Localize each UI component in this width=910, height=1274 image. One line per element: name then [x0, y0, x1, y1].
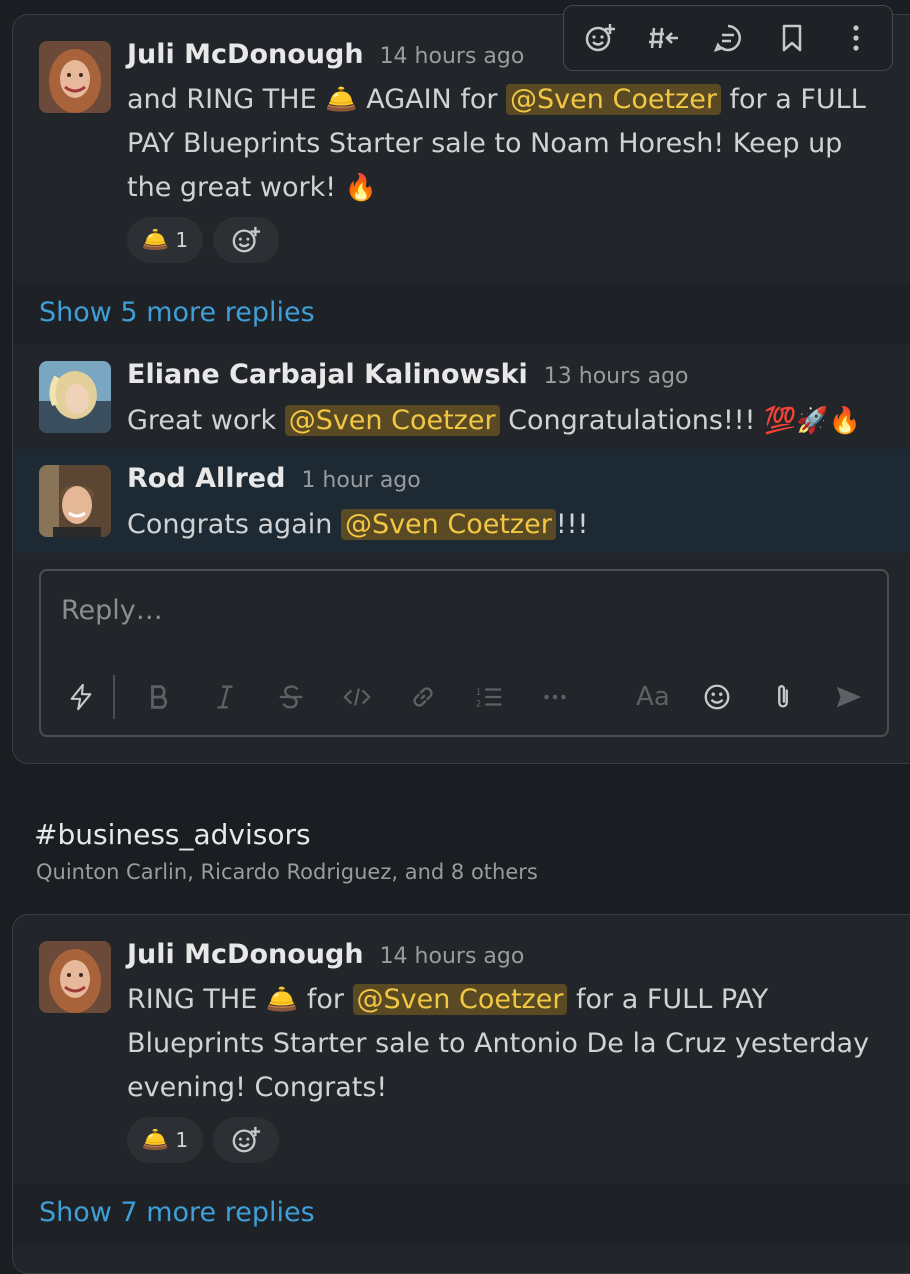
bell-emoji: 🛎️ [265, 985, 299, 1015]
code-icon[interactable] [341, 681, 373, 713]
add-reaction-button[interactable] [213, 1117, 279, 1163]
reply-thread-icon[interactable] [710, 20, 746, 56]
svg-text:1: 1 [476, 687, 481, 697]
timestamp[interactable]: 14 hours ago [380, 44, 525, 69]
bookmark-icon[interactable] [774, 20, 810, 56]
add-reaction-button[interactable] [213, 217, 279, 263]
celebration-emojis: 💯🚀🔥 [764, 406, 862, 436]
add-reaction-icon [232, 226, 261, 253]
text-format-icon[interactable]: Aa [633, 681, 673, 713]
thread-card-2: Juli McDonough 14 hours ago RING THE 🛎️ f… [12, 914, 910, 1274]
author-name[interactable]: Rod Allred [127, 463, 285, 494]
timestamp[interactable]: 1 hour ago [301, 468, 420, 493]
message-text: Great work @Sven Coetzer Congratulations… [127, 405, 862, 436]
message-text: Congrats again @Sven Coetzer!!! [127, 509, 589, 540]
emoji-icon[interactable] [701, 681, 733, 713]
author-name[interactable]: Eliane Carbajal Kalinowski [127, 359, 528, 390]
avatar-rod[interactable] [39, 465, 111, 537]
avatar-juli[interactable] [39, 941, 111, 1013]
mention-sven[interactable]: @Sven Coetzer [340, 509, 556, 540]
reaction-bell[interactable]: 🛎️ 1 [127, 1117, 203, 1163]
avatar-juli[interactable] [39, 41, 111, 113]
avatar-eliane[interactable] [39, 361, 111, 433]
mention-sven[interactable]: @Sven Coetzer [506, 84, 721, 115]
more-actions-icon[interactable] [838, 20, 874, 56]
channel-hash-icon: # [34, 818, 58, 851]
fire-emoji: 🔥 [344, 173, 377, 203]
shortcuts-icon[interactable] [65, 681, 97, 713]
toolbar-divider [113, 675, 115, 719]
show-more-link[interactable]: Show 5 more replies [39, 297, 315, 328]
mention-sven[interactable]: @Sven Coetzer [352, 984, 568, 1015]
reaction-bell[interactable]: 🛎️ 1 [127, 217, 203, 263]
bold-icon[interactable] [143, 681, 175, 713]
reply-input[interactable]: Reply… [61, 595, 163, 626]
message-rod[interactable]: Rod Allred 1 hour ago Congrats again @Sve… [13, 449, 910, 553]
reply-composer[interactable]: Reply… 12 Aa [39, 569, 889, 737]
message-text: RING THE 🛎️ for @Sven Coetzer for a FULL… [127, 984, 870, 1103]
author-name[interactable]: Juli McDonough [127, 39, 364, 70]
add-reaction-icon[interactable] [582, 20, 618, 56]
attach-icon[interactable] [767, 681, 799, 713]
channel-name[interactable]: business_advisors [57, 818, 310, 851]
timestamp[interactable]: 13 hours ago [544, 364, 689, 389]
message-text: and RING THE 🛎️ AGAIN for @Sven Coetzer … [127, 84, 866, 203]
show-more-link[interactable]: Show 7 more replies [39, 1197, 315, 1228]
bell-emoji: 🛎️ [325, 85, 358, 115]
show-more-replies[interactable]: Show 5 more replies [13, 283, 910, 345]
message-eliane[interactable]: Eliane Carbajal Kalinowski 13 hours ago G… [13, 345, 910, 449]
send-icon[interactable] [833, 681, 865, 713]
reply-in-channel-icon[interactable] [646, 20, 682, 56]
show-more-replies[interactable]: Show 7 more replies [13, 1183, 910, 1245]
more-formatting-icon[interactable] [539, 681, 571, 713]
message-actions-toolbar [563, 5, 893, 71]
mention-sven[interactable]: @Sven Coetzer [284, 405, 500, 436]
ordered-list-icon[interactable]: 12 [473, 681, 505, 713]
add-reaction-icon [232, 1126, 261, 1153]
link-icon[interactable] [407, 681, 439, 713]
author-name[interactable]: Juli McDonough [127, 939, 364, 970]
composer-toolbar: 12 Aa [41, 669, 887, 729]
message-juli-2[interactable]: Juli McDonough 14 hours ago RING THE 🛎️ f… [13, 915, 910, 1185]
italic-icon[interactable] [209, 681, 241, 713]
svg-text:2: 2 [476, 698, 481, 708]
thread-card-1: Juli McDonough 14 hours ago and RING THE … [12, 5, 910, 764]
channel-members: Quinton Carlin, Ricardo Rodriguez, and 8… [36, 860, 538, 884]
strikethrough-icon[interactable] [275, 681, 307, 713]
timestamp[interactable]: 14 hours ago [380, 944, 525, 969]
channel-title[interactable]: #business_advisors [34, 818, 311, 851]
